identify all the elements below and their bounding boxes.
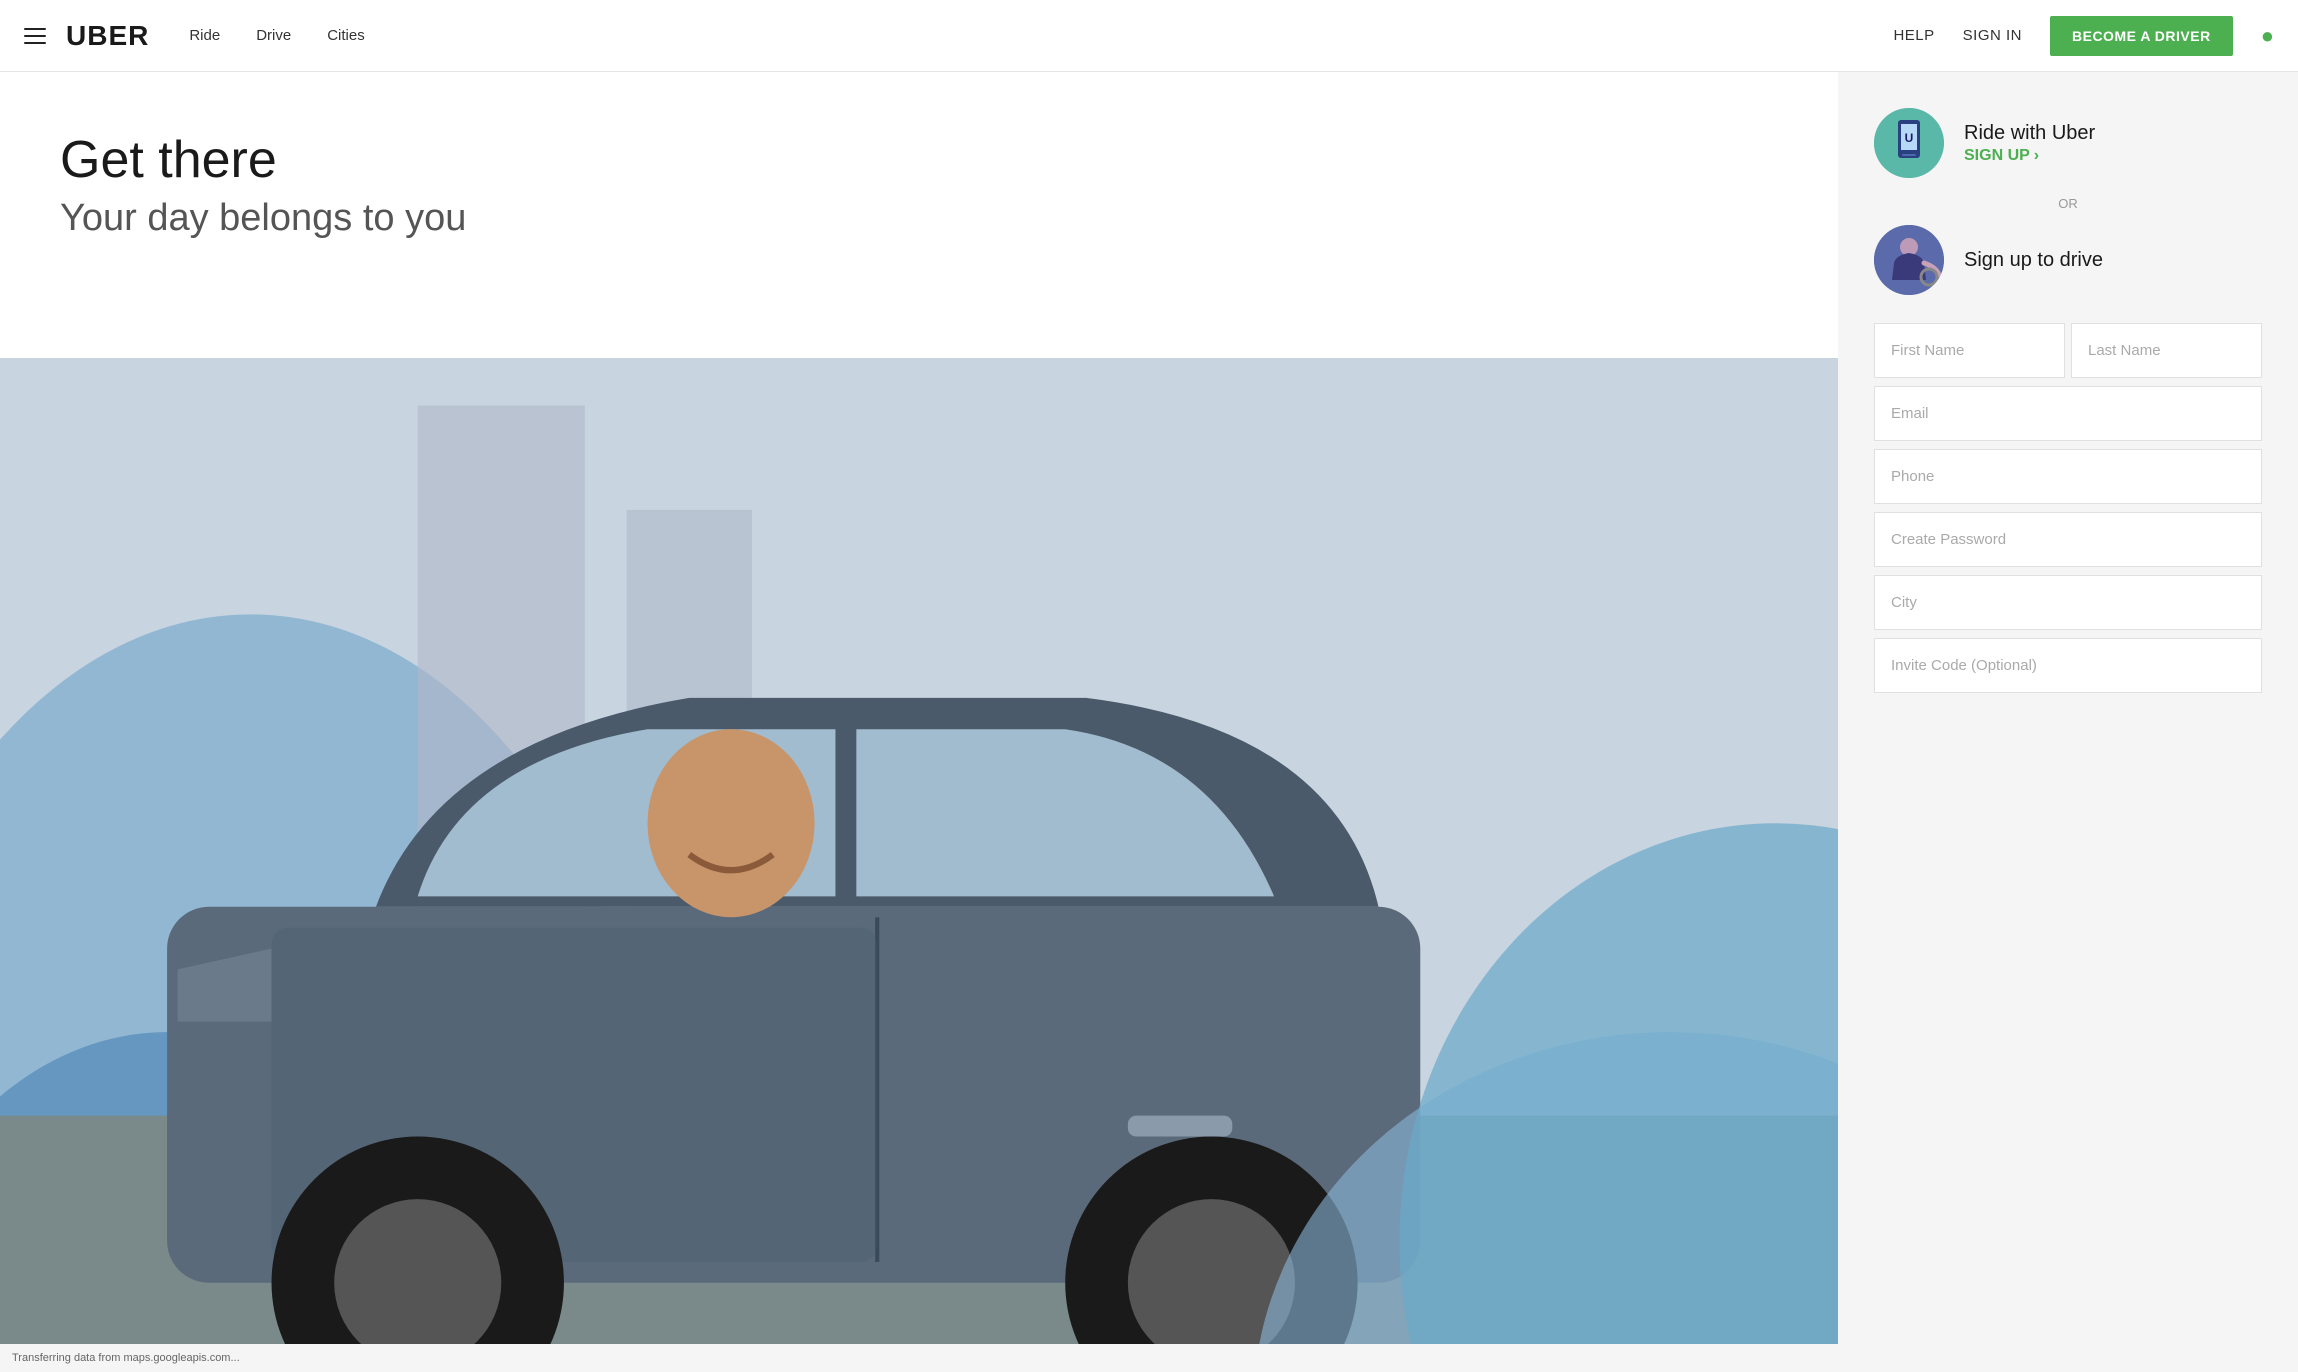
signin-link[interactable]: SIGN IN — [1963, 27, 2022, 44]
hero-title: Get there — [60, 132, 1838, 189]
ride-icon: U — [1874, 108, 1944, 178]
drive-title: Sign up to drive — [1964, 249, 2103, 272]
or-divider: OR — [1874, 196, 2262, 211]
left-panel: Get there Your day belongs to you — [0, 72, 1838, 1372]
navbar: UBER Ride Drive Cities HELP SIGN IN BECO… — [0, 0, 2298, 72]
drive-section: Sign up to drive — [1874, 225, 2262, 295]
ride-icon-svg: U — [1874, 108, 1944, 178]
nav-ride[interactable]: Ride — [189, 27, 220, 44]
signup-link[interactable]: SIGN UP › — [1964, 147, 2095, 165]
car-scene — [0, 358, 1838, 1372]
become-driver-button[interactable]: BECOME A DRIVER — [2050, 16, 2233, 56]
invite-code-input[interactable] — [1874, 638, 2262, 693]
phone-input[interactable] — [1874, 449, 2262, 504]
signup-label: SIGN UP — [1964, 147, 2030, 165]
ride-title: Ride with Uber — [1964, 122, 2095, 145]
svg-text:U: U — [1905, 131, 1914, 145]
nav-right: HELP SIGN IN BECOME A DRIVER ● — [1893, 16, 2274, 56]
nav-links: Ride Drive Cities — [189, 27, 364, 44]
right-panel: U Ride with Uber SIGN UP › OR — [1838, 72, 2298, 1372]
car-svg — [0, 358, 1838, 1372]
last-name-input[interactable] — [2071, 323, 2262, 378]
ride-section: U Ride with Uber SIGN UP › — [1874, 108, 2262, 178]
hero-image — [0, 358, 1838, 1372]
hero-text: Get there Your day belongs to you — [0, 72, 1838, 270]
help-link[interactable]: HELP — [1893, 27, 1934, 44]
city-input[interactable] — [1874, 575, 2262, 630]
hamburger-menu[interactable] — [24, 28, 46, 44]
drive-icon-svg — [1874, 225, 1944, 295]
first-name-input[interactable] — [1874, 323, 2065, 378]
drive-icon — [1874, 225, 1944, 295]
bottom-status-text: Transferring data from maps.googleapis.c… — [12, 1352, 240, 1364]
ride-text-block: Ride with Uber SIGN UP › — [1964, 122, 2095, 165]
hero-subtitle: Your day belongs to you — [60, 197, 1838, 240]
signup-form — [1874, 323, 2262, 699]
email-input[interactable] — [1874, 386, 2262, 441]
bottom-bar: Transferring data from maps.googleapis.c… — [0, 1344, 1838, 1372]
drive-text-block: Sign up to drive — [1964, 249, 2103, 272]
name-row — [1874, 323, 2262, 384]
signup-arrow: › — [2034, 147, 2039, 165]
nav-cities[interactable]: Cities — [327, 27, 365, 44]
main-layout: Get there Your day belongs to you — [0, 72, 2298, 1372]
uber-logo: UBER — [66, 20, 149, 52]
nav-drive[interactable]: Drive — [256, 27, 291, 44]
location-icon[interactable]: ● — [2261, 23, 2274, 49]
password-input[interactable] — [1874, 512, 2262, 567]
